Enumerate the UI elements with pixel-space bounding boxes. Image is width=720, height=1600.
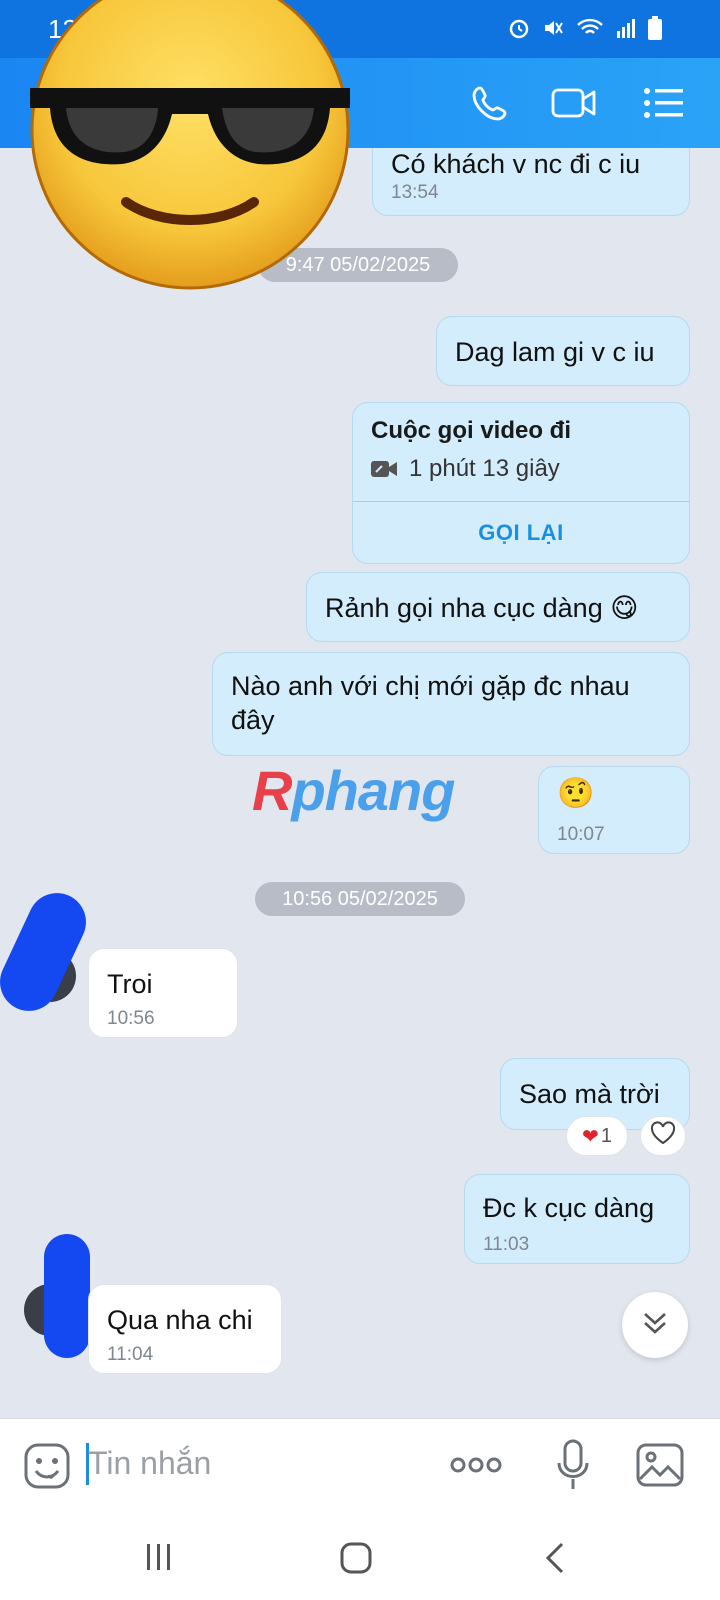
recent-apps-icon[interactable] bbox=[144, 1542, 174, 1577]
call-title: Cuộc gọi video đi bbox=[371, 417, 572, 444]
reaction-count: 1 bbox=[600, 1124, 612, 1147]
watermark-text: phang bbox=[291, 759, 455, 822]
call-divider bbox=[353, 501, 689, 502]
video-icon[interactable] bbox=[550, 80, 598, 126]
signal-icon bbox=[616, 17, 636, 44]
video-call-card: Cuộc gọi video đi 1 phút 13 giây GỌI LẠI bbox=[352, 402, 690, 564]
sunglasses-emoji-sticker bbox=[30, 0, 360, 300]
emoji-message: 🤨 bbox=[557, 777, 595, 810]
react-button[interactable] bbox=[640, 1116, 686, 1156]
message-input[interactable]: Tin nhắn bbox=[88, 1445, 211, 1482]
sticker-icon[interactable] bbox=[24, 1443, 70, 1494]
wifi-icon bbox=[576, 17, 604, 44]
incoming-message[interactable]: Troi 10:56 bbox=[88, 948, 238, 1038]
outgoing-message[interactable]: Nào anh với chị mới gặp đc nhau đây bbox=[212, 652, 690, 756]
message-composer: Tin nhắn bbox=[0, 1418, 720, 1514]
message-text: Đc k cục dàng bbox=[483, 1193, 655, 1223]
message-time: 10:56 bbox=[107, 1008, 155, 1029]
message-time: 13:54 bbox=[391, 182, 439, 203]
watermark-r: R bbox=[252, 759, 292, 822]
redaction-scribble bbox=[0, 883, 96, 1021]
heart-icon: ❤ bbox=[582, 1125, 599, 1148]
status-icons bbox=[508, 16, 662, 45]
message-text: Rảnh gọi nha cục dàng 😋 bbox=[325, 593, 639, 623]
image-icon[interactable] bbox=[636, 1443, 684, 1492]
message-text: Sao mà trời bbox=[519, 1079, 660, 1109]
outgoing-message[interactable]: Rảnh gọi nha cục dàng 😋 bbox=[306, 572, 690, 642]
more-icon[interactable] bbox=[450, 1455, 502, 1480]
alarm-icon bbox=[508, 17, 530, 44]
back-icon[interactable] bbox=[544, 1542, 566, 1579]
mic-icon[interactable] bbox=[556, 1439, 590, 1496]
mute-icon bbox=[542, 17, 564, 44]
double-chevron-down-icon bbox=[640, 1308, 670, 1343]
home-icon[interactable] bbox=[340, 1542, 372, 1579]
date-divider: 10:56 05/02/2025 bbox=[255, 882, 465, 916]
message-text: Troi bbox=[107, 969, 153, 999]
scroll-to-bottom-button[interactable] bbox=[622, 1292, 688, 1358]
outgoing-message[interactable]: Đc k cục dàng 11:03 bbox=[464, 1174, 690, 1264]
message-time: 11:04 bbox=[107, 1344, 154, 1365]
video-camera-icon bbox=[371, 459, 397, 484]
call-duration: 1 phút 13 giây bbox=[409, 455, 560, 482]
battery-icon bbox=[648, 16, 662, 45]
message-time: 11:03 bbox=[483, 1234, 530, 1255]
redaction-scribble bbox=[44, 1234, 90, 1358]
heart-outline-icon bbox=[650, 1121, 676, 1151]
outgoing-message[interactable]: Có khách v nc đi c iu 13:54 bbox=[372, 148, 690, 216]
message-time: 10:07 bbox=[557, 824, 605, 845]
watermark: Rphang bbox=[252, 758, 455, 823]
outgoing-message[interactable]: Dag lam gi v c iu bbox=[436, 316, 690, 386]
message-text: Nào anh với chị mới gặp đc nhau đây bbox=[231, 671, 630, 735]
phone-icon[interactable] bbox=[466, 80, 514, 126]
incoming-message[interactable]: Qua nha chi 11:04 bbox=[88, 1284, 282, 1374]
menu-icon[interactable] bbox=[640, 80, 688, 126]
chat-area[interactable]: Có khách v nc đi c iu 13:54 9:47 05/02/2… bbox=[0, 148, 720, 1418]
message-text: Qua nha chi bbox=[107, 1305, 253, 1335]
message-text: Có khách v nc đi c iu bbox=[391, 149, 641, 179]
reaction-badge[interactable]: ❤ 1 bbox=[566, 1116, 628, 1156]
outgoing-message[interactable]: 🤨 10:07 bbox=[538, 766, 690, 854]
message-text: Dag lam gi v c iu bbox=[455, 337, 655, 367]
system-nav-bar bbox=[0, 1514, 720, 1600]
call-back-button[interactable]: GỌI LẠI bbox=[353, 503, 689, 563]
